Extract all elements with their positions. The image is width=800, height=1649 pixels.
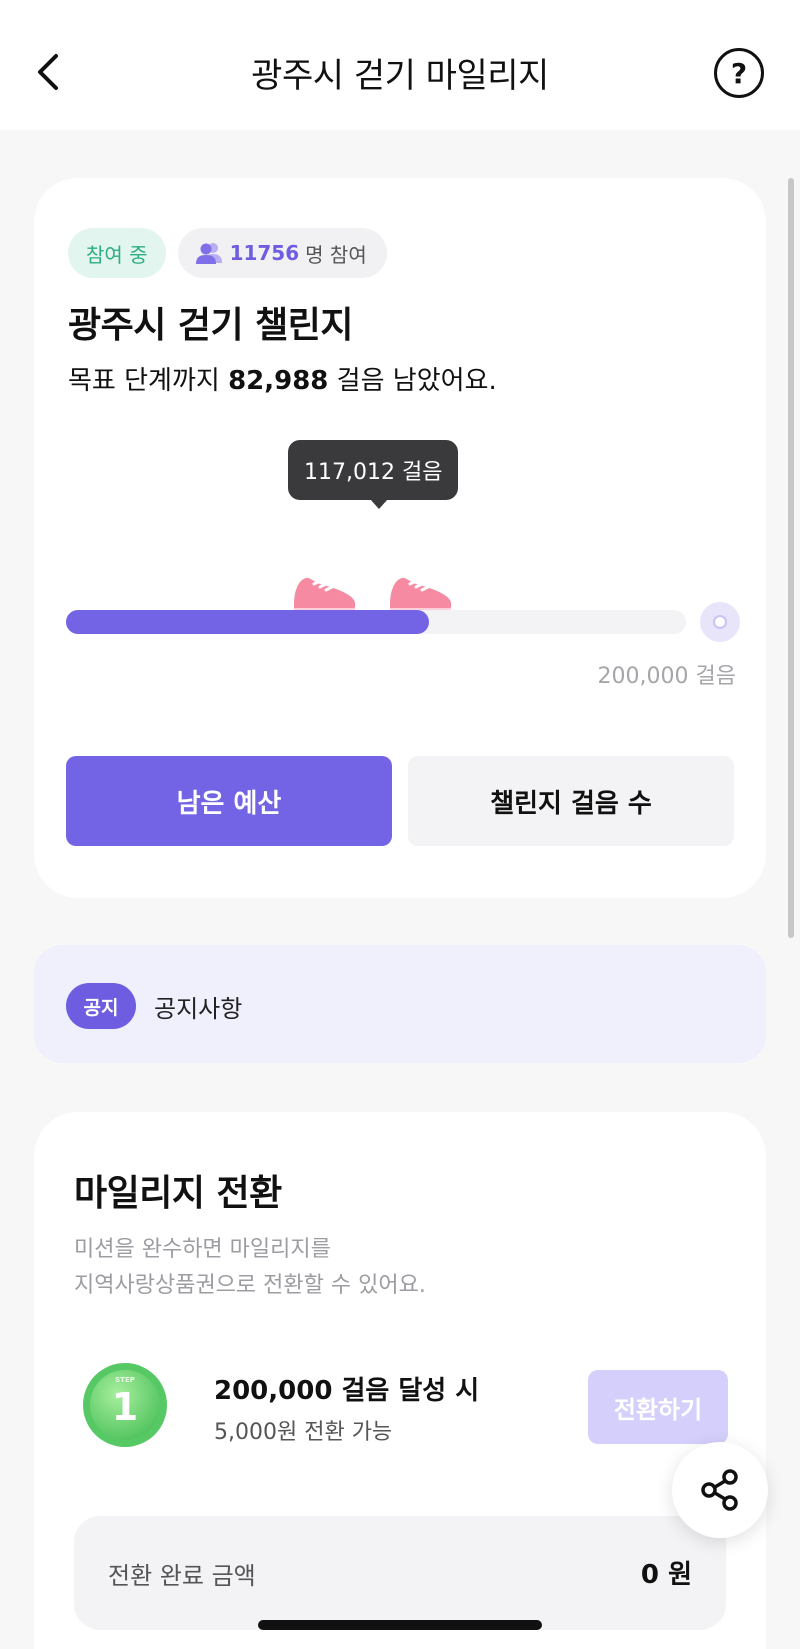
- current-steps-tooltip: 117,012 걸음: [288, 440, 459, 509]
- remaining-steps-text: 목표 단계까지 82,988 걸음 남았어요.: [68, 360, 497, 397]
- progress-fill: [66, 610, 429, 634]
- help-button[interactable]: ?: [714, 48, 764, 98]
- goal-marker: [700, 602, 740, 642]
- converted-total-label: 전환 완료 금액: [108, 1562, 256, 1590]
- converted-total-box: 전환 완료 금액 0 원: [74, 1516, 726, 1630]
- question-circle-icon: ?: [730, 56, 748, 90]
- sneakers-icon: [294, 577, 452, 614]
- remaining-budget-button[interactable]: 남은 예산: [66, 756, 392, 846]
- home-indicator: [258, 1620, 542, 1630]
- remaining-suffix: 걸음 남았어요.: [328, 366, 497, 396]
- participant-count: 11756: [229, 241, 300, 265]
- share-button[interactable]: [672, 1442, 768, 1538]
- goal-label: 200,000 걸음: [597, 664, 736, 689]
- challenge-card: 참여 중 11756 명 참여 광주시 걷기 챌린지 목표 단계까지 82,988…: [34, 178, 766, 898]
- remaining-prefix: 목표 단계까지: [68, 366, 229, 396]
- notice-badge: 공지: [66, 983, 136, 1029]
- progress-bar: [66, 610, 686, 634]
- status-badge: 참여 중: [68, 228, 166, 278]
- participant-suffix: 명 참여: [305, 242, 367, 267]
- mileage-description: 미션을 완수하면 마일리지를 지역사랑상품권으로 전환할 수 있어요.: [74, 1232, 426, 1304]
- step-coin-icon: STEP 1: [83, 1363, 167, 1447]
- share-icon: [701, 1469, 738, 1511]
- challenge-title: 광주시 걷기 챌린지: [68, 305, 354, 346]
- step-coin-label: STEP: [115, 1376, 135, 1384]
- notice-banner[interactable]: 공지 공지사항: [34, 945, 766, 1063]
- scrollbar[interactable]: [788, 178, 794, 938]
- participant-badge: 11756 명 참여: [177, 228, 387, 278]
- remaining-steps-value: 82,988: [228, 366, 329, 396]
- mileage-title: 마일리지 전환: [74, 1173, 282, 1214]
- goal-marker-dot: [713, 615, 727, 629]
- convert-button[interactable]: 전환하기: [588, 1370, 728, 1444]
- mileage-desc-line2: 지역사랑상품권으로 전환할 수 있어요.: [74, 1273, 426, 1298]
- challenge-steps-button[interactable]: 챌린지 걸음 수: [408, 756, 734, 846]
- page-title: 광주시 걷기 마일리지: [251, 56, 549, 96]
- step-title: 200,000 걸음 달성 시: [214, 1376, 480, 1406]
- badge-row: 참여 중 11756 명 참여: [68, 228, 387, 278]
- notice-text: 공지사항: [154, 995, 243, 1023]
- converted-total-value: 0 원: [640, 1560, 692, 1590]
- mileage-desc-line1: 미션을 완수하면 마일리지를: [74, 1237, 331, 1262]
- top-bar: 광주시 걷기 마일리지 ?: [0, 0, 800, 130]
- people-icon: [195, 243, 222, 264]
- step-subtitle: 5,000원 전환 가능: [214, 1420, 393, 1445]
- step-coin-number: 1: [112, 1385, 138, 1429]
- mileage-card: 마일리지 전환 미션을 완수하면 마일리지를 지역사랑상품권으로 전환할 수 있…: [34, 1112, 766, 1649]
